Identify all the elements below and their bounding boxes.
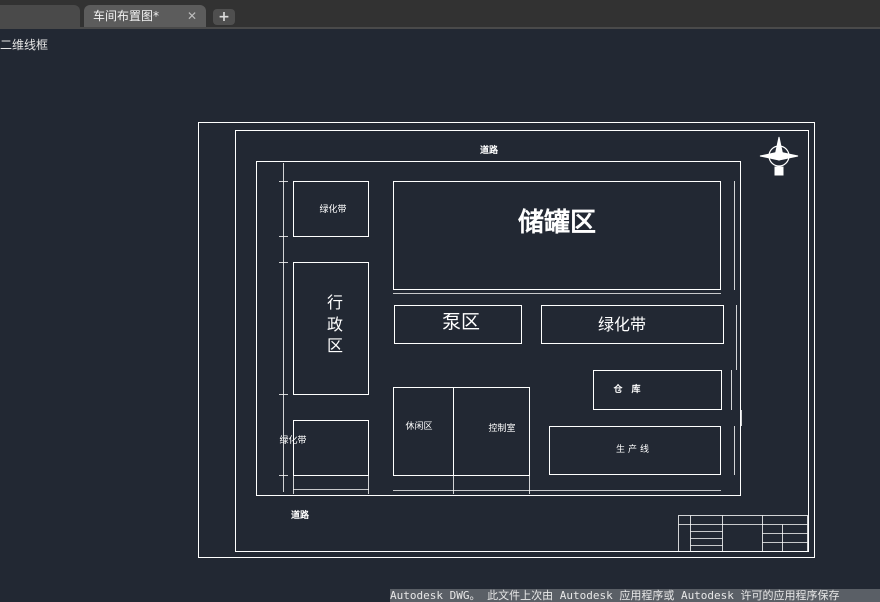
storage-tank-label: 储罐区 [518,207,596,238]
north-arrow-icon [759,136,799,176]
title-block [678,515,808,552]
control-room-label: 控制室 [488,422,515,434]
road-top-label: 道路 [480,144,499,156]
dimension-lines [279,163,742,494]
road-bottom-label: 道路 [291,509,310,521]
green-belt-bottom-left-label: 绿化带 [279,434,306,446]
admin-label-line3: 区 [327,336,343,355]
warehouse-label: 仓 库 [612,383,640,395]
green-belt-top-left-label: 绿化带 [319,203,346,215]
admin-label-line2: 政 [327,315,343,334]
pump-label: 泵区 [442,311,480,333]
production-line-label: 生产线 [616,443,652,455]
green-belt-bottom-left-zone [293,420,369,476]
outer-frame [198,122,815,558]
admin-label-line1: 行 [327,293,343,312]
rest-area-label: 休闲区 [405,420,432,432]
status-message-bar: Autodesk DWG。 此文件上次由 Autodesk 应用程序或 Auto… [390,589,880,602]
drawing-canvas[interactable]: 道路 道路 储罐区 泵区 绿化带 绿化带 绿化带 行 政 区 仓 库 休闲区 控… [0,0,880,602]
green-belt-right-label: 绿化带 [598,315,646,334]
